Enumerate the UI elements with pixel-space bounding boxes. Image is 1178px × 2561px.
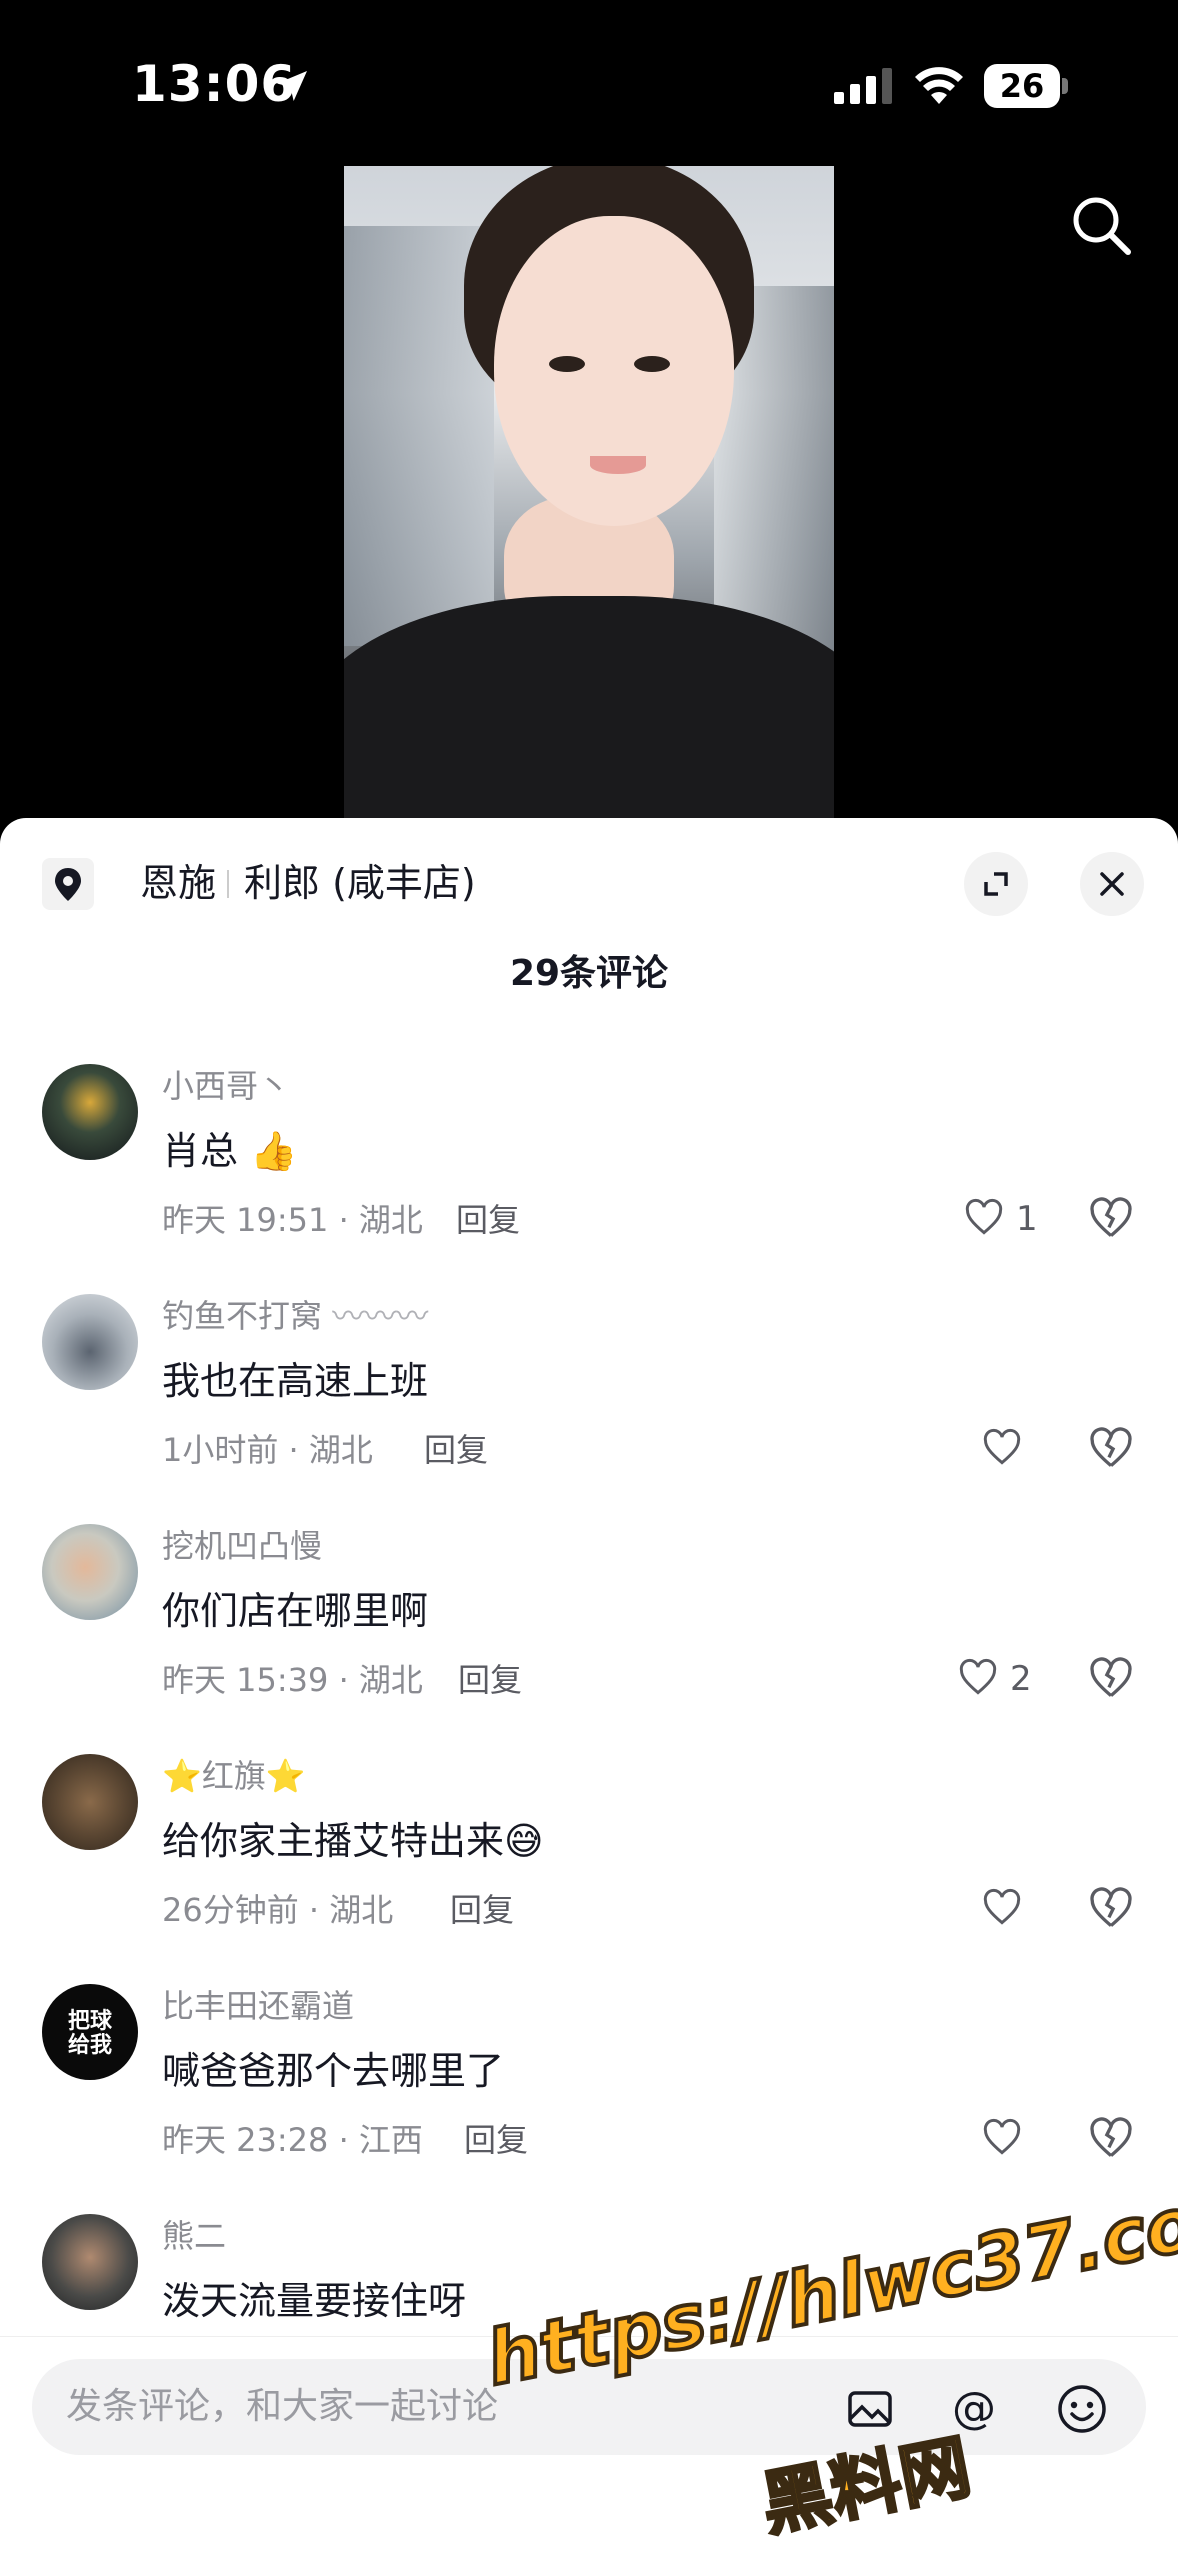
location-pin-icon[interactable] — [42, 858, 94, 910]
location-divider — [227, 870, 229, 898]
battery-level: 26 — [984, 64, 1060, 108]
expand-icon — [984, 872, 1008, 896]
comment-author[interactable]: 比丰田还霸道 — [162, 1984, 354, 2028]
dislike-heart-icon[interactable] — [1086, 1424, 1136, 1474]
reply-button[interactable]: 回复 — [450, 1888, 514, 1932]
comment-meta: 1小时前 · 湖北 — [162, 1431, 373, 1469]
svg-text:把球: 把球 — [68, 2008, 113, 2034]
battery-indicator: 26 — [984, 64, 1070, 108]
thumbs-up-emoji: 👍 — [250, 1129, 298, 1173]
comment-meta: 昨天 15:39 · 湖北 — [162, 1661, 423, 1699]
comment-text-body: 给你家主播艾特出来 — [162, 1819, 505, 1863]
comment-author[interactable]: 挖机凹凸慢 — [162, 1524, 322, 1568]
svg-text:给我: 给我 — [68, 2032, 112, 2058]
comment-item: 把球 给我 比丰田还霸道 喊爸爸那个去哪里了 昨天 23:28 · 江西 回复 — [0, 1984, 1178, 2214]
comment-item: 小西哥丶 肖总 👍 昨天 19:51 · 湖北 回复 1 — [0, 1064, 1178, 1294]
comment-item: 钓鱼不打窝 〰〰〰 我也在高速上班 1小时前 · 湖北 回复 — [0, 1294, 1178, 1524]
like-button[interactable] — [980, 1884, 1030, 1934]
comment-meta: 昨天 23:28 · 江西 — [162, 2121, 423, 2159]
comment-count: 29条评论 — [509, 953, 669, 994]
cellular-signal-icon — [834, 68, 892, 104]
like-button[interactable] — [980, 2114, 1030, 2164]
dislike-heart-icon[interactable] — [1086, 2114, 1136, 2164]
emoji-icon[interactable] — [1054, 2381, 1110, 2437]
comment-item: ⭐红旗⭐ 给你家主播艾特出来😅 26分钟前 · 湖北 回复 — [0, 1754, 1178, 1984]
reply-button[interactable]: 回复 — [464, 2118, 528, 2162]
like-button[interactable] — [980, 1424, 1030, 1474]
comment-author-text: 钓鱼不打窝 — [162, 1297, 323, 1335]
battery-tip — [1062, 78, 1068, 94]
avatar[interactable]: 把球 给我 — [42, 1984, 138, 2080]
comment-text: 我也在高速上班 — [162, 1359, 429, 1403]
comment-author[interactable]: 熊二 — [162, 2214, 226, 2258]
location-city[interactable]: 恩施 — [140, 858, 216, 908]
reply-button[interactable]: 回复 — [456, 1198, 520, 1242]
reply-button[interactable]: 回复 — [424, 1428, 488, 1472]
avatar[interactable] — [42, 1524, 138, 1620]
comment-author[interactable]: 钓鱼不打窝 〰〰〰 — [162, 1294, 428, 1338]
heart-icon — [965, 1198, 1003, 1235]
video-figure-face — [494, 216, 734, 526]
dislike-heart-icon[interactable] — [1086, 1194, 1136, 1244]
heart-icon — [983, 1888, 1021, 1925]
avatar[interactable] — [42, 2214, 138, 2310]
avatar-logo-icon: 把球 给我 — [68, 2008, 113, 2058]
heart-icon — [959, 1658, 997, 1695]
like-count: 2 — [1010, 1659, 1032, 1699]
video-figure-mouth — [590, 456, 646, 474]
comment-text: 喊爸爸那个去哪里了 — [162, 2049, 505, 2093]
comment-meta: 昨天 19:51 · 湖北 — [162, 1201, 423, 1239]
comment-text: 泼天流量要接住呀 — [162, 2279, 467, 2323]
comment-meta: 26分钟前 · 湖北 — [162, 1891, 394, 1929]
search-icon[interactable] — [1066, 190, 1136, 260]
wave-decoration-icon: 〰〰〰 — [332, 1297, 429, 1335]
avatar[interactable] — [42, 1294, 138, 1390]
expand-button[interactable] — [964, 852, 1028, 916]
status-bar: 13:06 26 — [0, 0, 1178, 160]
avatar[interactable] — [42, 1064, 138, 1160]
comment-author[interactable]: 小西哥丶 — [162, 1064, 290, 1108]
avatar[interactable] — [42, 1754, 138, 1850]
video-figure-eye — [549, 356, 585, 372]
comment-author[interactable]: ⭐红旗⭐ — [162, 1754, 306, 1798]
reply-button[interactable]: 回复 — [458, 1658, 522, 1702]
like-count: 1 — [1016, 1199, 1038, 1239]
comment-item: 挖机凹凸慢 你们店在哪里啊 昨天 15:39 · 湖北 回复 2 — [0, 1524, 1178, 1754]
video-player[interactable] — [344, 166, 834, 818]
comment-text-body: 肖总 — [162, 1129, 239, 1173]
comment-input-placeholder: 发条评论，和大家一起讨论 — [66, 2386, 499, 2427]
wifi-icon — [915, 67, 963, 104]
heart-icon — [983, 1428, 1021, 1465]
like-button[interactable]: 1 — [962, 1194, 1072, 1244]
video-figure-eye — [634, 356, 670, 372]
location-arrow-icon — [277, 71, 307, 101]
dislike-heart-icon[interactable] — [1086, 1884, 1136, 1934]
close-icon — [1100, 872, 1124, 896]
video-figure-shirt — [344, 596, 834, 818]
comment-text: 你们店在哪里啊 — [162, 1589, 429, 1633]
comment-text: 给你家主播艾特出来😅 — [162, 1814, 544, 1868]
heart-icon — [983, 2118, 1021, 2155]
location-shop[interactable]: 利郎 (咸丰店) — [244, 858, 476, 908]
sweat-smile-emoji: 😅 — [504, 1819, 544, 1863]
comment-text: 肖总 👍 — [162, 1124, 297, 1178]
like-button[interactable]: 2 — [956, 1654, 1066, 1704]
dislike-heart-icon[interactable] — [1086, 1654, 1136, 1704]
close-button[interactable] — [1080, 852, 1144, 916]
